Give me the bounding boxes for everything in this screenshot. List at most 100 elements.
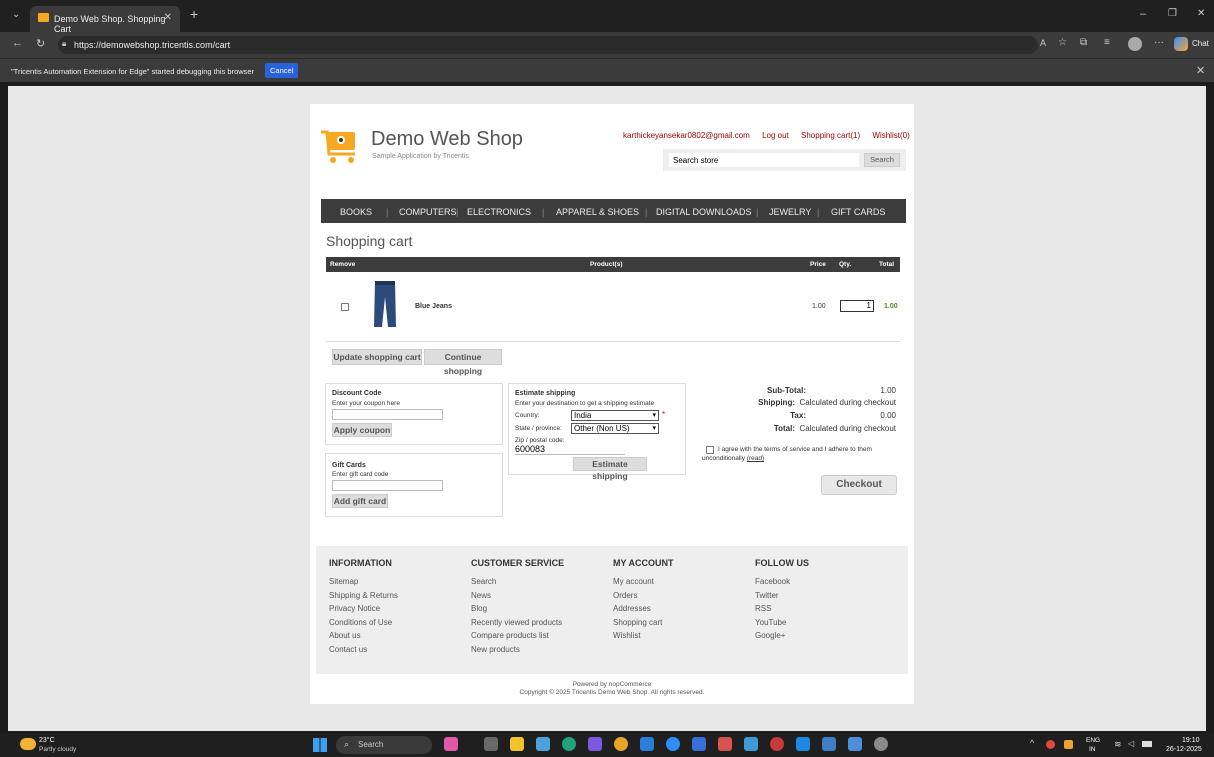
footer-link[interactable]: Blog (471, 604, 564, 613)
app-icon[interactable] (744, 737, 758, 751)
terms-checkbox[interactable] (706, 446, 714, 454)
nav-books[interactable]: BOOKS (340, 207, 372, 217)
product-name-link[interactable]: Blue Jeans (415, 303, 452, 310)
app-icon[interactable] (796, 737, 810, 751)
add-gift-card-button[interactable]: Add gift card (332, 494, 388, 508)
start-windows-icon[interactable] (313, 738, 327, 752)
footer-link[interactable]: My account (613, 577, 674, 586)
more-menu-icon[interactable]: ··· (1154, 37, 1164, 48)
app-icon[interactable] (822, 737, 836, 751)
taskbar-search[interactable]: ⌕ Search (336, 736, 432, 754)
wishlist-link[interactable]: Wishlist(0) (872, 131, 909, 140)
nav-gift-cards[interactable]: GIFT CARDS (831, 207, 885, 217)
state-select[interactable]: Other (Non US) ▾ (571, 423, 659, 434)
terms-read-link[interactable]: (read) (747, 455, 764, 462)
apply-coupon-button[interactable]: Apply coupon (332, 423, 392, 437)
footer-link[interactable]: Shopping cart (613, 618, 674, 627)
app-icon[interactable] (770, 737, 784, 751)
restore-icon[interactable]: ❐ (1168, 8, 1177, 19)
footer-link[interactable]: Addresses (613, 604, 674, 613)
footer-link[interactable]: YouTube (755, 618, 809, 627)
footer-link[interactable]: Shipping & Returns (329, 591, 398, 600)
address-bar[interactable]: 🔒︎ https://demowebshop.tricentis.com/car… (58, 36, 1038, 54)
nav-apparel-shoes[interactable]: APPAREL & SHOES (556, 207, 639, 217)
close-tab-icon[interactable]: ✕ (164, 12, 172, 23)
app-icon[interactable] (640, 737, 654, 751)
language-code[interactable]: ENG (1086, 737, 1100, 744)
file-explorer-icon[interactable] (510, 737, 524, 751)
settings-gear-icon[interactable] (874, 737, 888, 751)
region-code[interactable]: IN (1089, 746, 1096, 753)
weather-icon[interactable] (20, 738, 36, 750)
close-infobar-icon[interactable]: ✕ (1196, 64, 1205, 77)
new-tab-icon[interactable]: + (190, 6, 198, 22)
checkout-button[interactable]: Checkout (821, 475, 897, 495)
coupon-input[interactable] (332, 409, 443, 420)
remove-checkbox[interactable] (341, 303, 349, 311)
footer-link[interactable]: Contact us (329, 645, 398, 654)
tray-app-icon[interactable] (1046, 740, 1055, 749)
giftcard-input[interactable] (332, 480, 443, 491)
app-icon[interactable] (588, 737, 602, 751)
extensions-icon[interactable]: ⧉ (1080, 37, 1087, 48)
footer-link[interactable]: Twitter (755, 591, 809, 600)
tab-menu-icon[interactable]: ⌄ (12, 9, 20, 20)
chevron-up-icon[interactable]: ^ (1030, 738, 1034, 748)
footer-link[interactable]: Google+ (755, 631, 809, 640)
qty-input[interactable]: 1 (840, 300, 874, 312)
country-select[interactable]: India ▾ (571, 410, 659, 421)
profile-avatar-icon[interactable] (1128, 37, 1142, 51)
battery-icon[interactable] (1142, 741, 1152, 747)
nav-electronics[interactable]: ELECTRONICS (467, 207, 531, 217)
footer-link[interactable]: Wishlist (613, 631, 674, 640)
nav-jewelry[interactable]: JEWELRY (769, 207, 811, 217)
footer-link[interactable]: About us (329, 631, 398, 640)
nav-computers[interactable]: COMPUTERS (399, 207, 457, 217)
chat-label[interactable]: Chat (1192, 39, 1209, 48)
refresh-icon[interactable]: ↻ (36, 37, 45, 50)
favorite-star-icon[interactable]: ☆ (1058, 37, 1067, 48)
read-aloud-icon[interactable]: A (1040, 38, 1046, 48)
debug-cancel-button[interactable]: Cancel (265, 63, 299, 78)
search-input[interactable]: Search store (669, 153, 859, 167)
logout-link[interactable]: Log out (762, 131, 789, 140)
search-button[interactable]: Search (864, 153, 900, 167)
footer-link[interactable]: Search (471, 577, 564, 586)
edge-icon[interactable] (562, 737, 576, 751)
site-logo[interactable]: Demo Web Shop Sample Application by Tric… (321, 126, 523, 166)
close-window-icon[interactable]: ✕ (1197, 8, 1205, 19)
zoom-icon[interactable] (666, 737, 680, 751)
volume-icon[interactable]: ◁ (1128, 739, 1134, 748)
clock-time[interactable]: 19:10 (1182, 737, 1200, 744)
footer-link[interactable]: Sitemap (329, 577, 398, 586)
app-icon[interactable] (536, 737, 550, 751)
continue-shopping-button[interactable]: Continue shopping (424, 349, 502, 376)
browser-tab[interactable]: Demo Web Shop. Shopping Cart ✕ (30, 6, 180, 34)
minimize-icon[interactable]: – (1140, 8, 1146, 20)
clock-date[interactable]: 26-12-2025 (1166, 746, 1202, 753)
notepad-icon[interactable] (848, 737, 862, 751)
footer-link[interactable]: News (471, 591, 564, 600)
task-view-icon[interactable] (484, 737, 498, 751)
update-cart-button[interactable]: Update shopping cart (332, 349, 422, 365)
footer-link[interactable]: New products (471, 645, 564, 654)
estimate-shipping-button[interactable]: Estimate shipping (573, 457, 647, 481)
app-icon[interactable] (692, 737, 706, 751)
account-email-link[interactable]: karthickeyansekar0802@gmail.com (623, 131, 750, 140)
back-icon[interactable]: ← (12, 37, 23, 49)
copilot-app-icon[interactable] (444, 737, 458, 751)
footer-link[interactable]: Compare products list (471, 631, 564, 640)
copilot-icon[interactable] (1174, 37, 1188, 51)
footer-link[interactable]: Privacy Notice (329, 604, 398, 613)
shopping-cart-link[interactable]: Shopping cart(1) (801, 131, 860, 140)
footer-link[interactable]: Facebook (755, 577, 809, 586)
tray-app-icon[interactable] (1064, 740, 1073, 749)
nav-digital-downloads[interactable]: DIGITAL DOWNLOADS (656, 207, 752, 217)
footer-link[interactable]: RSS (755, 604, 809, 613)
zip-input[interactable]: 600083 (515, 445, 625, 455)
favorites-icon[interactable]: ≡ (1104, 37, 1110, 48)
footer-link[interactable]: Recently viewed products (471, 618, 564, 627)
footer-link[interactable]: Conditions of Use (329, 618, 398, 627)
wifi-icon[interactable]: ≋ (1114, 739, 1122, 750)
chrome-icon[interactable] (614, 737, 628, 751)
